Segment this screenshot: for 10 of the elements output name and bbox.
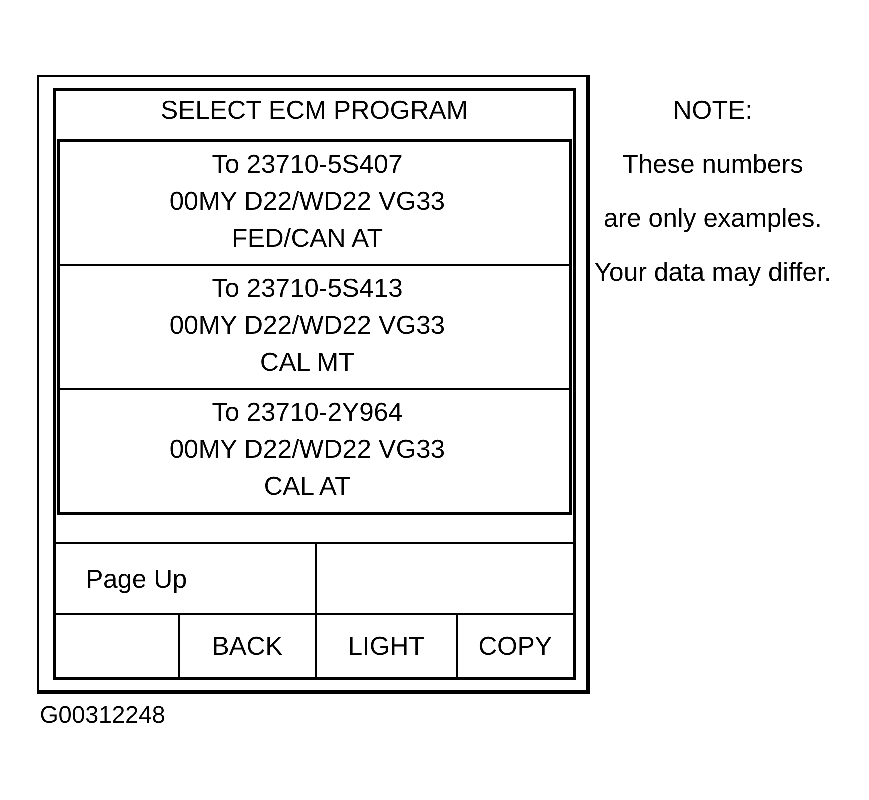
blank-key[interactable]	[315, 542, 573, 613]
note-text: These numbers	[622, 148, 804, 181]
note-heading: NOTE:	[672, 94, 754, 127]
soft-key[interactable]: LIGHT	[315, 613, 456, 677]
note-text: are only examples.	[602, 202, 824, 235]
soft-key[interactable]: COPY	[456, 613, 573, 677]
screen-title: SELECT ECM PROGRAM	[160, 94, 470, 127]
soft-key[interactable]: BACK	[178, 613, 315, 677]
note-text: Your data may differ.	[593, 256, 833, 289]
figure-id: G00312248	[40, 702, 166, 730]
